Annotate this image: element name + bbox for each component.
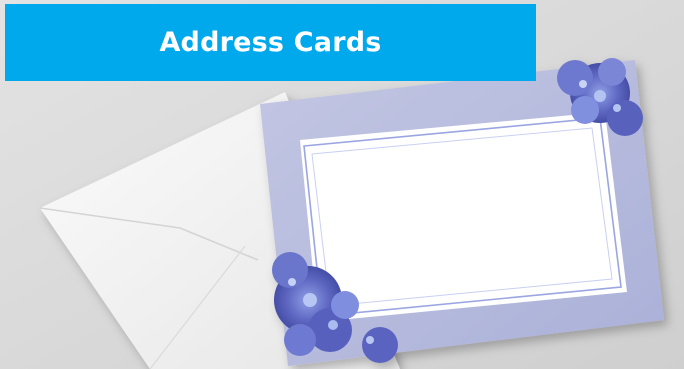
address-card [260,58,664,366]
title-banner: Address Cards [5,4,536,81]
banner-title: Address Cards [159,27,382,58]
